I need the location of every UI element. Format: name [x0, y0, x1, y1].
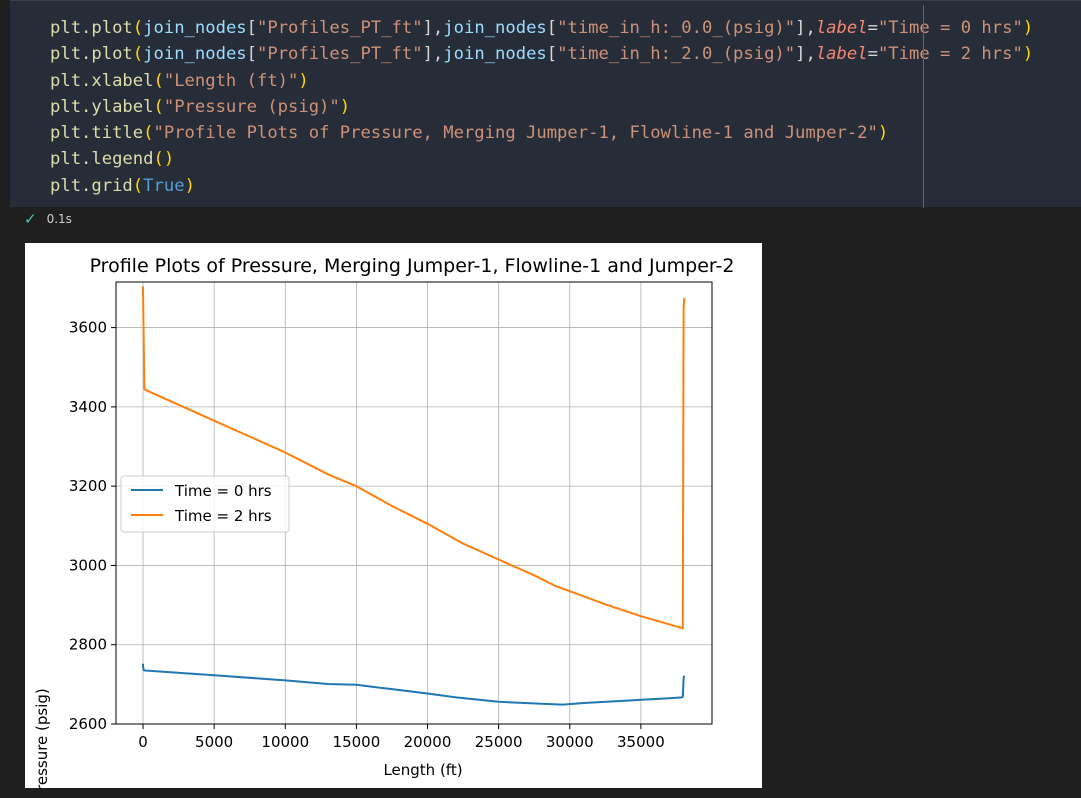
cell-status: ✓ 0.1s	[24, 209, 72, 229]
x-tick-label: 20000	[404, 733, 452, 751]
code-line-5: plt.title("Profile Plots of Pressure, Me…	[50, 123, 889, 144]
code-editor[interactable]: plt.plot(join_nodes["Profiles_PT_ft"],jo…	[10, 0, 1081, 208]
chart-title: Profile Plots of Pressure, Merging Jumpe…	[90, 255, 735, 277]
x-tick-label: 10000	[261, 733, 309, 751]
cell-output: 0 5000 10000 15000 20000 25000 30000 35000 2600 2…	[25, 243, 762, 788]
notebook-cell: plt.plot(join_nodes["Profiles_PT_ft"],jo…	[0, 0, 1081, 232]
x-tick-label: 25000	[475, 733, 523, 751]
execution-time: 0.1s	[46, 212, 72, 226]
x-tick-label: 30000	[546, 733, 594, 751]
line-chart: 0 5000 10000 15000 20000 25000 30000 35000 2600 2…	[33, 255, 735, 788]
legend-label-1: Time = 2 hrs	[174, 507, 272, 525]
x-tick-label: 35000	[617, 733, 665, 751]
series-line-1	[142, 286, 686, 630]
y-tick-label: 3000	[69, 556, 107, 574]
code-line-7: plt.grid(True)	[50, 175, 195, 196]
x-axis-label: Length (ft)	[383, 761, 462, 779]
y-tick-label: 3600	[69, 319, 107, 337]
code-line-2: plt.plot(join_nodes["Profiles_PT_ft"],jo…	[50, 44, 1034, 65]
y-tick-label: 2600	[69, 715, 107, 733]
code-line-6: plt.legend()	[50, 149, 175, 170]
y-tick-label: 2800	[69, 636, 107, 654]
ruler-line	[923, 5, 924, 208]
x-tick-label: 5000	[195, 733, 233, 751]
y-tick-label: 3200	[69, 477, 107, 495]
y-axis-label: Pressure (psig)	[33, 688, 51, 788]
y-tick-label: 3400	[69, 398, 107, 416]
legend: Time = 0 hrs Time = 2 hrs	[120, 475, 290, 533]
x-tick-label: 15000	[333, 733, 381, 751]
x-tick-label: 0	[138, 733, 148, 751]
series-line-0	[142, 663, 686, 706]
code-line-4: plt.ylabel("Pressure (psig)")	[50, 96, 351, 117]
code-block[interactable]: plt.plot(join_nodes["Profiles_PT_ft"],jo…	[50, 15, 1033, 199]
code-line-1: plt.plot(join_nodes["Profiles_PT_ft"],jo…	[50, 18, 1034, 38]
code-line-3: plt.xlabel("Length (ft)")	[50, 70, 309, 91]
legend-label-0: Time = 0 hrs	[174, 482, 272, 500]
check-icon: ✓	[24, 210, 37, 228]
